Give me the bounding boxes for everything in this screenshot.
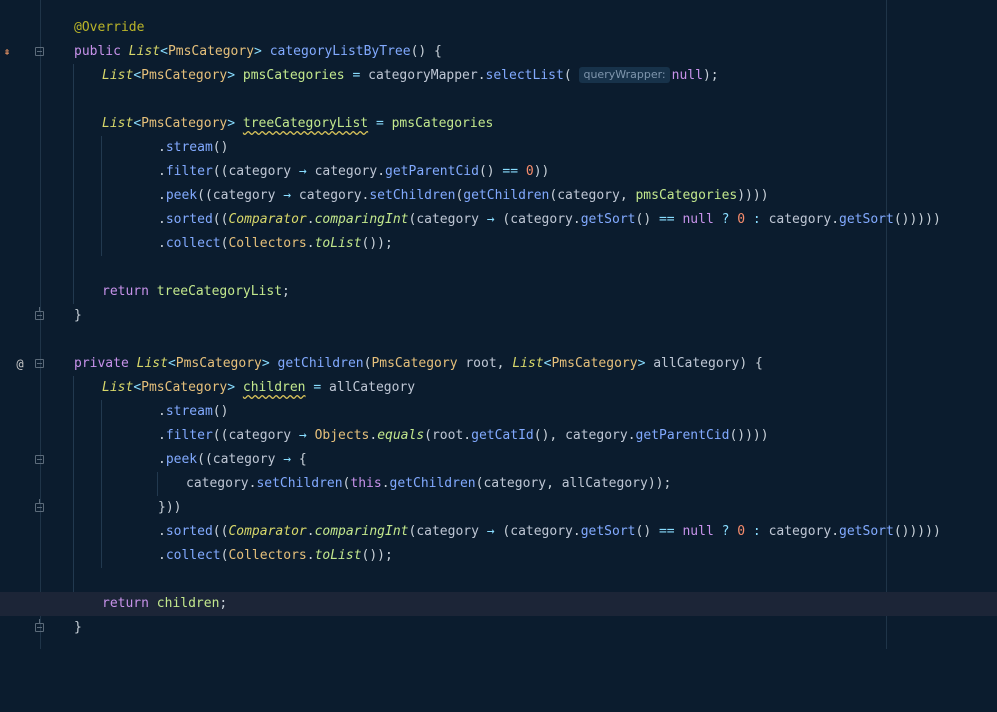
code-line[interactable]: .peek((category → {: [0, 448, 997, 472]
code-line[interactable]: ⇞ public List<PmsCategory> categoryListB…: [0, 40, 997, 64]
code-line[interactable]: .sorted((Comparator.comparingInt(categor…: [0, 208, 997, 232]
fold-toggle[interactable]: [35, 359, 44, 368]
code-line[interactable]: List<PmsCategory> treeCategoryList = pms…: [0, 112, 997, 136]
fold-toggle[interactable]: [35, 455, 44, 464]
fold-toggle[interactable]: [35, 619, 44, 632]
code-line[interactable]: List<PmsCategory> pmsCategories = catego…: [0, 64, 997, 88]
code-line[interactable]: .sorted((Comparator.comparingInt(categor…: [0, 520, 997, 544]
method-name: categoryListByTree: [269, 44, 411, 59]
annotation-override: @Override: [74, 20, 145, 35]
code-line[interactable]: .stream(): [0, 136, 997, 160]
code-line[interactable]: List<PmsCategory> children = allCategory: [0, 376, 997, 400]
code-line[interactable]: .filter((category → category.getParentCi…: [0, 160, 997, 184]
code-line[interactable]: .collect(Collectors.toList());: [0, 232, 997, 256]
code-line[interactable]: .peek((category → category.setChildren(g…: [0, 184, 997, 208]
code-line[interactable]: .collect(Collectors.toList());: [0, 544, 997, 568]
code-line[interactable]: .filter((category → Objects.equals(root.…: [0, 424, 997, 448]
fold-toggle[interactable]: [35, 499, 44, 512]
code-line[interactable]: @Override: [0, 16, 997, 40]
code-editor[interactable]: @Override ⇞ public List<PmsCategory> cat…: [0, 0, 997, 649]
code-line[interactable]: })): [0, 496, 997, 520]
code-line[interactable]: .stream(): [0, 400, 997, 424]
code-line-current[interactable]: return children;: [0, 592, 997, 616]
code-line[interactable]: @ private List<PmsCategory> getChildren(…: [0, 352, 997, 376]
code-line[interactable]: }: [0, 616, 997, 640]
at-icon[interactable]: @: [13, 352, 27, 376]
parameter-hint: queryWrapper:: [579, 67, 670, 83]
implements-method-icon[interactable]: ⇞: [0, 40, 14, 64]
code-line[interactable]: category.setChildren(this.getChildren(ca…: [0, 472, 997, 496]
fold-toggle[interactable]: [35, 47, 44, 56]
code-line[interactable]: return treeCategoryList;: [0, 280, 997, 304]
method-name: getChildren: [277, 356, 364, 371]
fold-toggle[interactable]: [35, 307, 44, 320]
code-line[interactable]: }: [0, 304, 997, 328]
